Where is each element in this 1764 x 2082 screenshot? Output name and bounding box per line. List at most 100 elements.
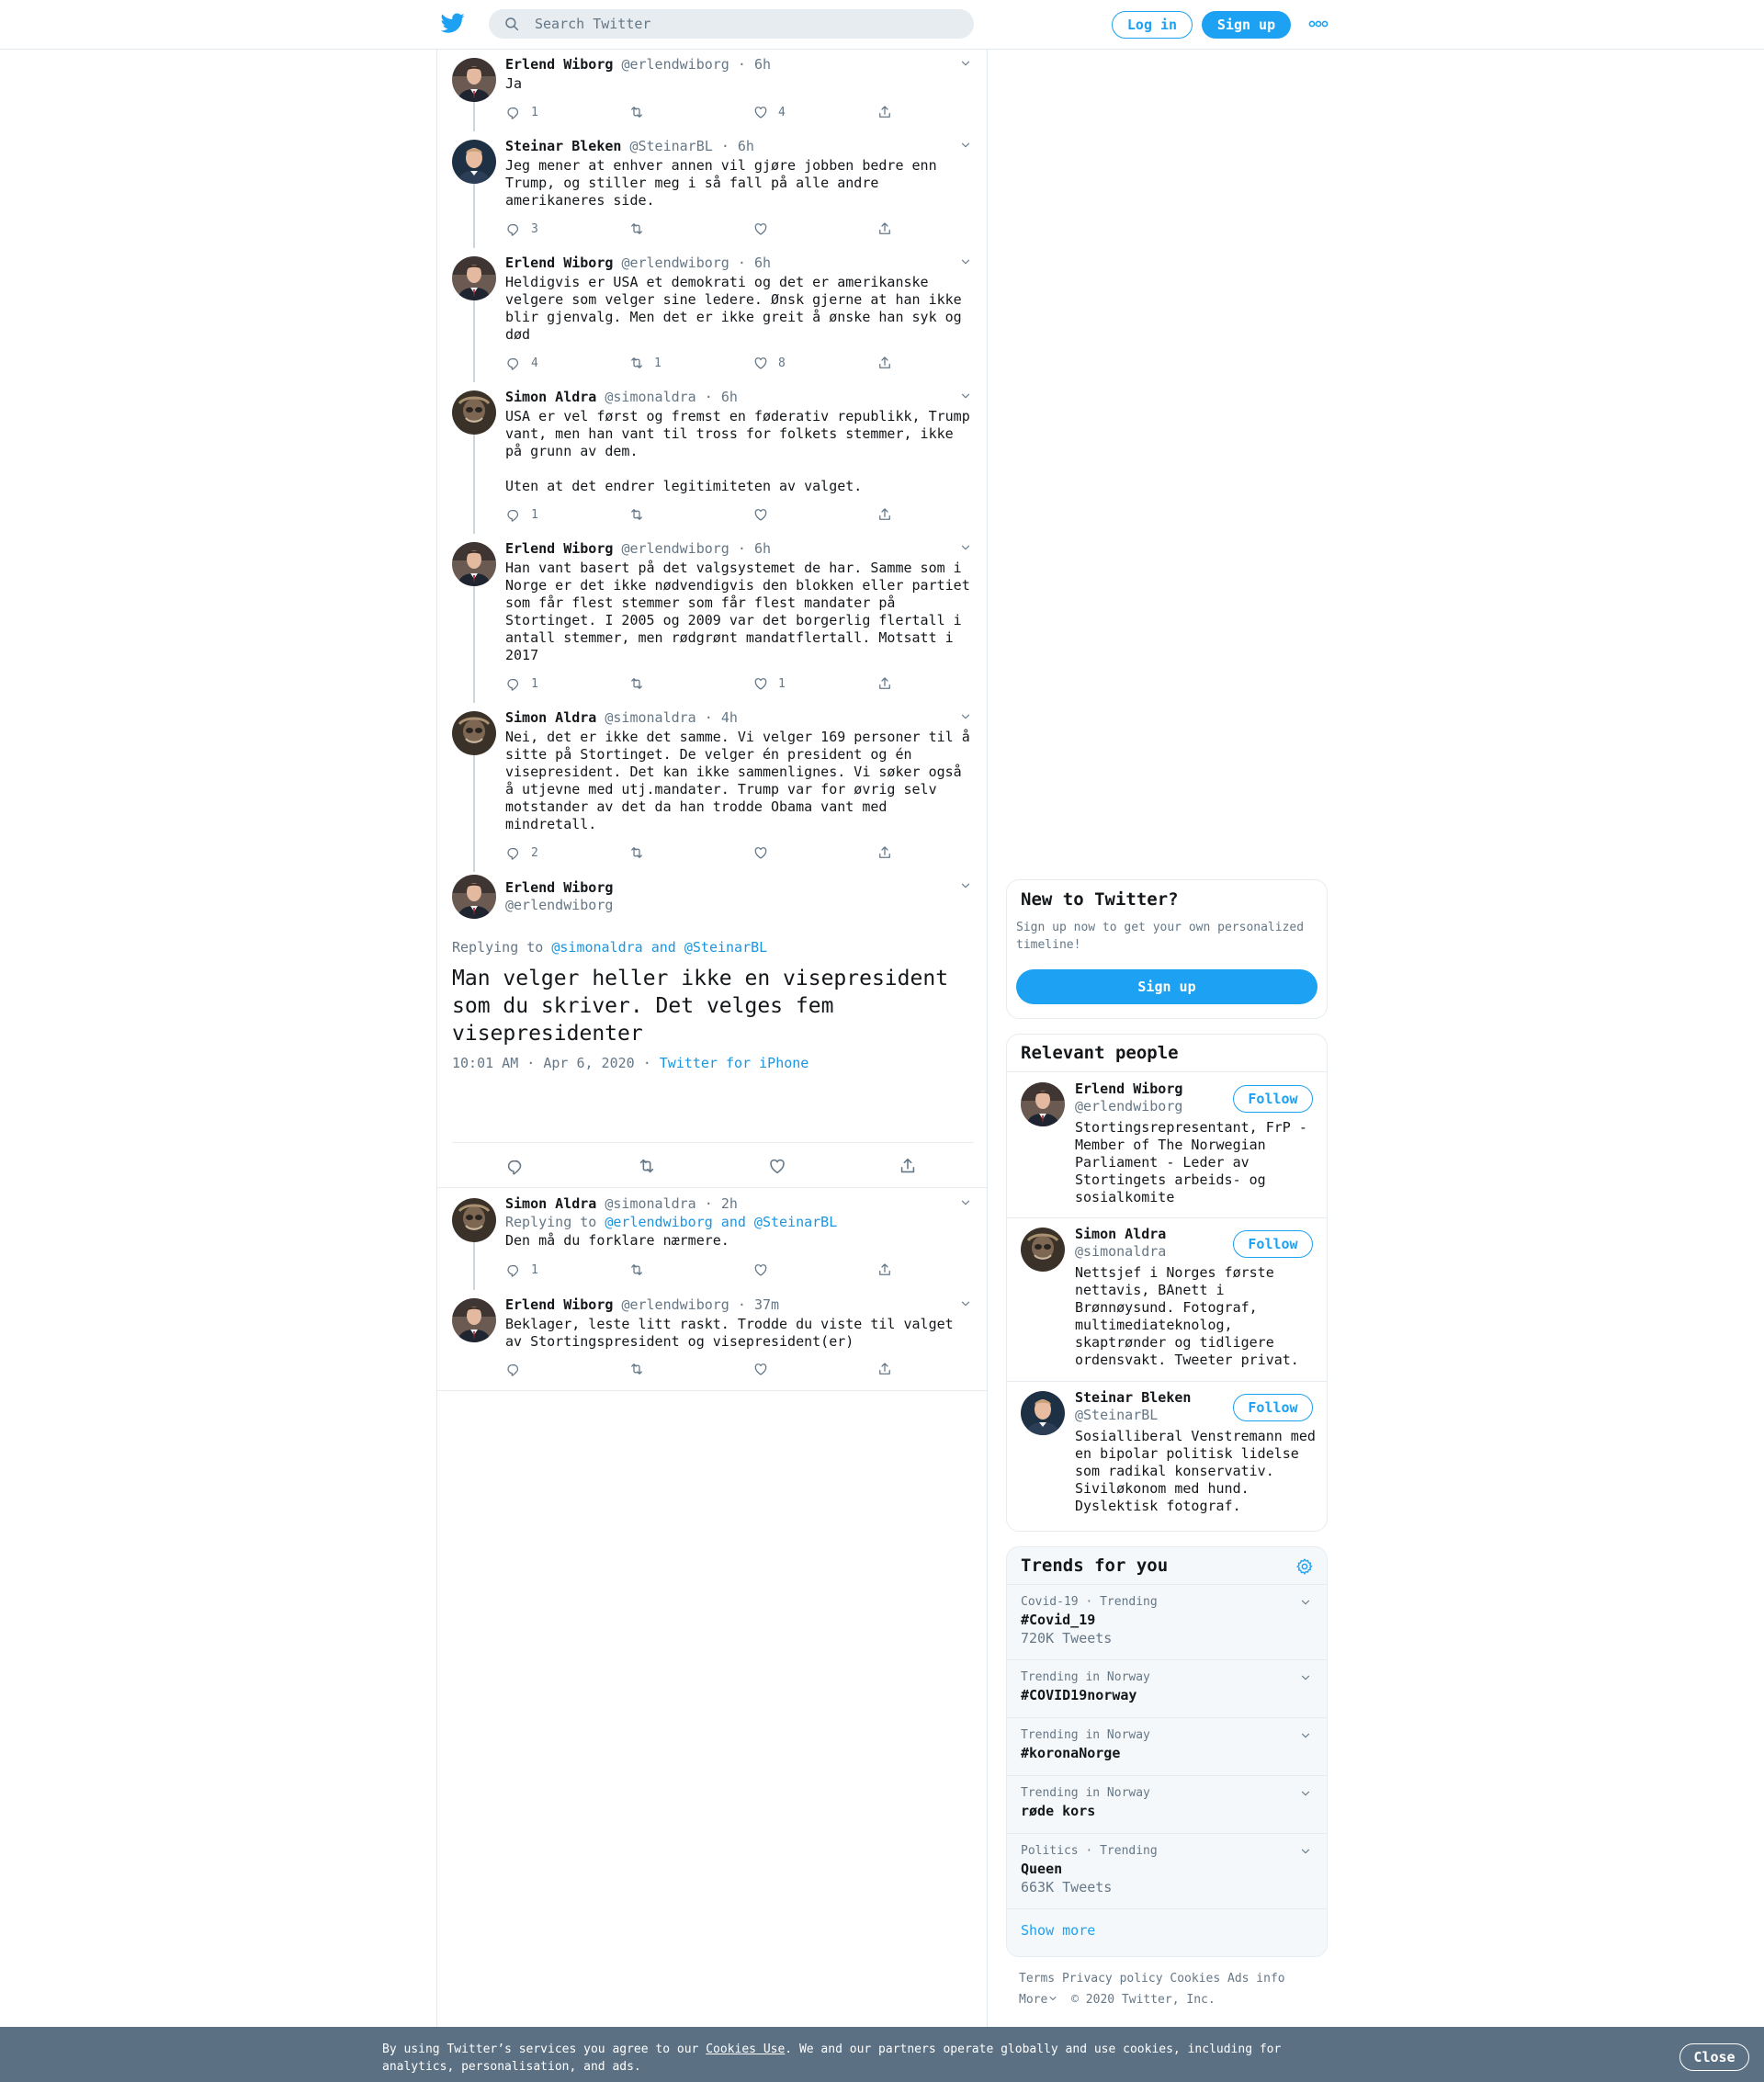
author-handle[interactable]: @simonaldra: [605, 709, 695, 726]
avatar[interactable]: [452, 58, 496, 102]
avatar[interactable]: [452, 140, 496, 184]
like-button[interactable]: [752, 1261, 778, 1279]
follow-button[interactable]: Follow: [1233, 1394, 1313, 1421]
trend-item[interactable]: Trending in Norway #COVID19norway: [1007, 1659, 1327, 1717]
chevron-down-icon[interactable]: [959, 1297, 972, 1310]
avatar[interactable]: [452, 875, 496, 919]
person-name[interactable]: Steinar Bleken: [1075, 1389, 1191, 1407]
trend-title[interactable]: #COVID19norway: [1021, 1686, 1313, 1704]
retweet-button[interactable]: [628, 220, 654, 238]
person-name[interactable]: Simon Aldra: [1075, 1226, 1166, 1243]
tweet-time[interactable]: 6h: [754, 56, 771, 73]
avatar[interactable]: [452, 711, 496, 755]
author-handle[interactable]: @erlendwiborg: [621, 1296, 729, 1313]
close-button[interactable]: Close: [1679, 2043, 1749, 2071]
show-more-link[interactable]: Show more: [1007, 1908, 1327, 1952]
reply-button[interactable]: [505, 1360, 531, 1378]
reply-button[interactable]: 4: [505, 354, 538, 372]
author-handle[interactable]: @simonaldra: [605, 389, 695, 405]
retweet-button[interactable]: [628, 505, 654, 524]
chevron-down-icon[interactable]: [1299, 1845, 1312, 1858]
retweet-button[interactable]: [628, 103, 654, 121]
signup-button[interactable]: Sign up: [1016, 969, 1317, 1004]
reply-button[interactable]: 2: [505, 843, 538, 862]
person-handle[interactable]: @simonaldra: [1075, 1243, 1166, 1261]
chevron-down-icon[interactable]: [959, 1196, 972, 1209]
trend-title[interactable]: #koronaNorge: [1021, 1744, 1313, 1762]
chevron-down-icon[interactable]: [1299, 1787, 1312, 1800]
reply-button[interactable]: 1: [505, 674, 538, 693]
heart-icon[interactable]: [767, 1156, 787, 1176]
chevron-down-icon[interactable]: [959, 57, 972, 70]
tweet-time[interactable]: 6h: [754, 540, 771, 557]
author-name[interactable]: Steinar Bleken: [505, 138, 621, 154]
trend-item[interactable]: Trending in Norway røde kors: [1007, 1775, 1327, 1833]
tweet[interactable]: Erlend Wiborg @erlendwiborg · 6h Heldigv…: [437, 248, 987, 382]
like-button[interactable]: [752, 1360, 778, 1378]
chevron-down-icon[interactable]: [959, 390, 972, 402]
avatar[interactable]: [452, 390, 496, 435]
author-name[interactable]: Erlend Wiborg: [505, 1296, 613, 1313]
login-button[interactable]: Log in: [1112, 11, 1193, 39]
avatar[interactable]: [452, 1198, 496, 1242]
person-name[interactable]: Erlend Wiborg: [1075, 1081, 1182, 1098]
retweet-button[interactable]: [628, 1261, 654, 1279]
avatar[interactable]: [452, 542, 496, 586]
footer-link[interactable]: Ads info: [1227, 1972, 1285, 1986]
chevron-down-icon[interactable]: [1299, 1596, 1312, 1609]
chevron-down-icon[interactable]: [959, 255, 972, 268]
twitter-logo-icon[interactable]: [441, 11, 465, 35]
tweet-time[interactable]: 6h: [754, 255, 771, 271]
like-button[interactable]: [752, 505, 778, 524]
chevron-down-icon[interactable]: [1047, 1993, 1058, 2004]
trend-item[interactable]: Covid-19 · Trending #Covid_19 720K Tweet…: [1007, 1584, 1327, 1659]
avatar[interactable]: [1021, 1228, 1065, 1272]
chevron-down-icon[interactable]: [959, 710, 972, 723]
tweet-time[interactable]: 2h: [721, 1195, 738, 1212]
avatar[interactable]: [452, 1298, 496, 1342]
avatar[interactable]: [1021, 1082, 1065, 1126]
share-button[interactable]: [876, 1261, 902, 1279]
retweet-icon[interactable]: [637, 1156, 657, 1176]
author-name[interactable]: Erlend Wiborg: [505, 879, 613, 897]
author-handle[interactable]: @erlendwiborg: [621, 255, 729, 271]
author-name[interactable]: Erlend Wiborg: [505, 56, 613, 73]
cookies-use-link[interactable]: Cookies Use: [706, 2042, 785, 2056]
tweet[interactable]: Simon Aldra @simonaldra · 6h USA er vel …: [437, 382, 987, 534]
retweet-button[interactable]: 1: [628, 354, 662, 372]
search-input[interactable]: Search Twitter: [535, 16, 650, 32]
like-button[interactable]: 8: [752, 354, 786, 372]
retweet-button[interactable]: [628, 1360, 654, 1378]
author-handle[interactable]: @simonaldra: [605, 1195, 695, 1212]
tweet[interactable]: Simon Aldra @simonaldra · 2h Replying to…: [437, 1189, 987, 1290]
tweet[interactable]: Erlend Wiborg @erlendwiborg · 6h Han van…: [437, 534, 987, 703]
tweet-time[interactable]: 37m: [754, 1296, 779, 1313]
share-button[interactable]: [876, 220, 902, 238]
trend-item[interactable]: Politics · Trending Queen 663K Tweets: [1007, 1833, 1327, 1908]
person-item[interactable]: Steinar Bleken @SteinarBL Follow Sosialli…: [1007, 1381, 1327, 1526]
tweet-source-link[interactable]: Twitter for iPhone: [660, 1055, 809, 1071]
author-handle[interactable]: @erlendwiborg: [621, 56, 729, 73]
chevron-down-icon[interactable]: [959, 139, 972, 152]
share-icon[interactable]: [898, 1156, 918, 1176]
tweet[interactable]: Steinar Bleken @SteinarBL · 6h Jeg mener…: [437, 131, 987, 248]
retweet-button[interactable]: [628, 674, 654, 693]
trend-title[interactable]: Queen: [1021, 1860, 1313, 1878]
like-button[interactable]: 1: [752, 674, 786, 693]
person-item[interactable]: Erlend Wiborg @erlendwiborg Follow Storti…: [1007, 1071, 1327, 1217]
follow-button[interactable]: Follow: [1233, 1230, 1313, 1258]
chevron-down-icon[interactable]: [1299, 1671, 1312, 1684]
like-button[interactable]: [752, 220, 778, 238]
follow-button[interactable]: Follow: [1233, 1085, 1313, 1113]
person-handle[interactable]: @SteinarBL: [1075, 1407, 1191, 1424]
tweet[interactable]: Erlend Wiborg @erlendwiborg · 6h Ja 1 4: [437, 50, 987, 131]
footer-more-link[interactable]: More: [1019, 1993, 1047, 2007]
footer-link[interactable]: Terms: [1019, 1972, 1055, 1986]
author-handle[interactable]: @SteinarBL: [629, 138, 712, 154]
footer-link[interactable]: Privacy policy: [1062, 1972, 1163, 1986]
author-handle[interactable]: @erlendwiborg: [621, 540, 729, 557]
chevron-down-icon[interactable]: [1299, 1729, 1312, 1742]
share-button[interactable]: [876, 103, 902, 121]
chevron-down-icon[interactable]: [959, 541, 972, 554]
signup-button[interactable]: Sign up: [1202, 11, 1291, 39]
